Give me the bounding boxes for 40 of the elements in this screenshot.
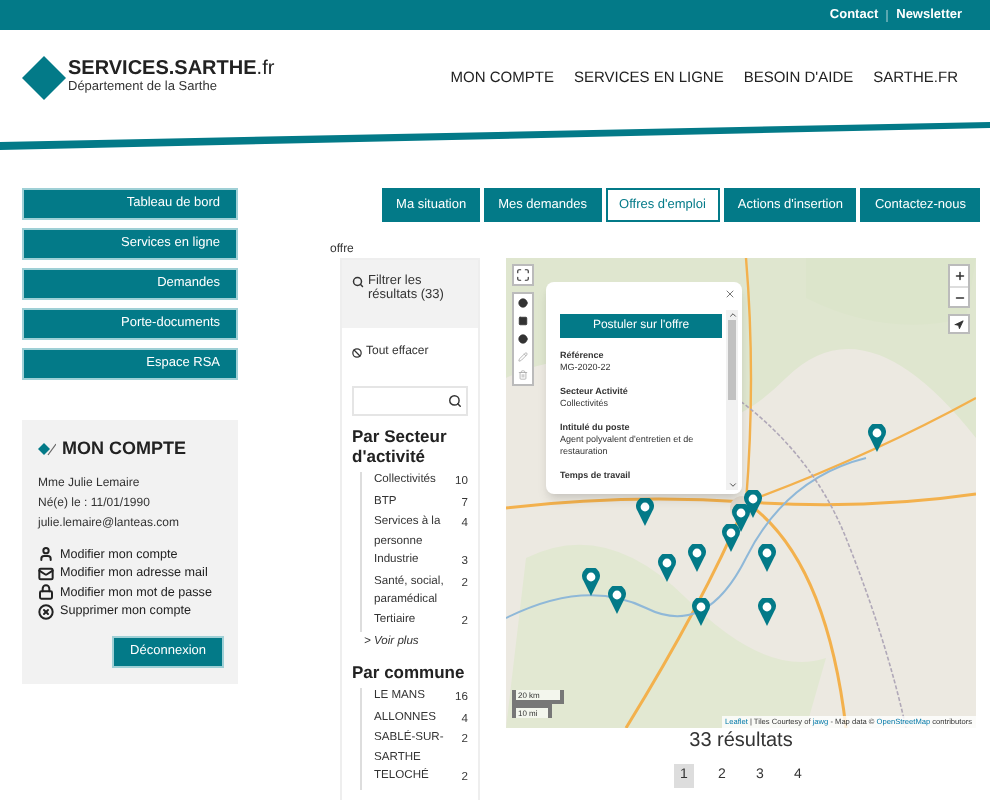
delete-icon [38, 603, 54, 620]
fullscreen-button[interactable] [512, 264, 534, 286]
map-marker-icon[interactable] [743, 490, 761, 518]
mail-icon [38, 565, 54, 582]
map-marker-icon[interactable] [691, 598, 709, 626]
map-marker-icon[interactable] [657, 554, 675, 582]
map-marker-icon[interactable] [721, 524, 739, 552]
fullscreen-icon [516, 268, 530, 282]
map-marker-icon[interactable] [867, 424, 885, 452]
map-marker-icon[interactable] [757, 598, 775, 626]
locate-button[interactable] [948, 314, 970, 334]
arrow-icon [954, 319, 964, 329]
results-count: 33 résultats [689, 730, 793, 754]
zoom-in-button[interactable] [950, 266, 968, 286]
map-marker-icon[interactable] [581, 568, 599, 596]
map-marker-icon[interactable] [607, 586, 625, 614]
account-title: MON COMPTE [62, 436, 186, 462]
logo-title: SERVICES.SARTHE.fr [68, 60, 275, 81]
popup-scrollbar[interactable] [726, 310, 738, 490]
square-icon[interactable] [518, 316, 528, 326]
circle-icon[interactable] [518, 298, 528, 308]
user-icon [38, 546, 54, 563]
chevron-down-icon[interactable] [727, 480, 737, 490]
close-icon[interactable] [724, 288, 736, 300]
logo-icon [38, 442, 56, 457]
map-marker-icon[interactable] [635, 498, 653, 526]
clear-icon [352, 348, 362, 358]
search-icon [448, 394, 462, 408]
lock-icon [38, 584, 54, 601]
map-marker-icon[interactable] [757, 544, 775, 572]
search-icon [352, 276, 364, 288]
map-marker-icon[interactable] [687, 544, 705, 572]
chevron-up-icon[interactable] [727, 310, 737, 320]
search-field[interactable] [352, 386, 468, 416]
filter-group-title: Par Secteur d'activité [352, 426, 449, 466]
minus-icon [953, 291, 965, 303]
logo-icon [22, 56, 66, 100]
filter-group-title: Par commune [352, 662, 467, 682]
plus-icon [953, 270, 965, 282]
circle-icon[interactable] [518, 334, 528, 344]
